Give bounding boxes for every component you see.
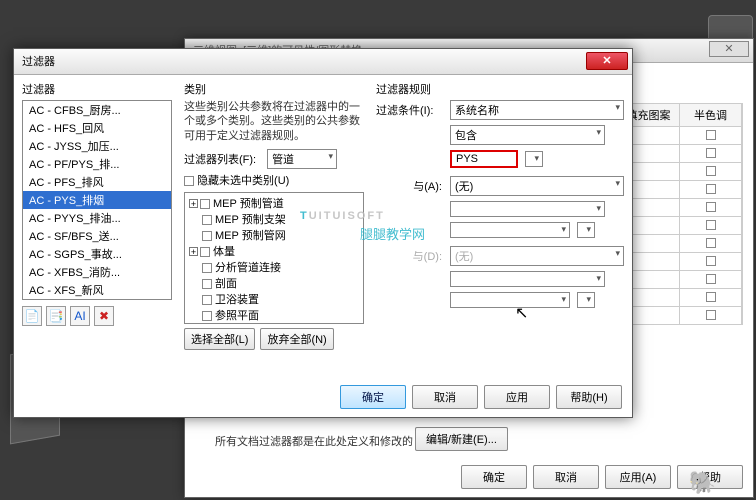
param-combo[interactable]: 系统名称 bbox=[450, 100, 624, 120]
hide-unchecked-checkbox[interactable] bbox=[184, 176, 194, 186]
parent-close-button[interactable]: ✕ bbox=[709, 41, 749, 57]
filter-value-input[interactable]: PYS bbox=[450, 150, 518, 168]
and2-operator-combo[interactable] bbox=[450, 271, 605, 287]
halftone-check[interactable] bbox=[706, 274, 716, 284]
halftone-check[interactable] bbox=[706, 292, 716, 302]
dlg-help-button[interactable]: 帮助(H) bbox=[556, 385, 622, 409]
list-item[interactable]: AC - PF/PYS_排... bbox=[23, 155, 171, 173]
parent-apply-button[interactable]: 应用(A) bbox=[605, 465, 671, 489]
dlg-apply-button[interactable]: 应用 bbox=[484, 385, 550, 409]
filter-titlebar[interactable]: 过滤器 ✕ bbox=[14, 49, 632, 75]
halftone-check[interactable] bbox=[706, 238, 716, 248]
and2-param-combo[interactable]: (无) bbox=[450, 246, 624, 266]
categories-section-title: 类别 bbox=[184, 81, 364, 97]
filter-title-text: 过滤器 bbox=[22, 56, 55, 68]
list-item[interactable]: AC - JYSS_加压... bbox=[23, 137, 171, 155]
list-item[interactable]: AC - PYYS_排油... bbox=[23, 209, 171, 227]
dlg-ok-button[interactable]: 确定 bbox=[340, 385, 406, 409]
parent-cancel-button[interactable]: 取消 bbox=[533, 465, 599, 489]
parent-note: 所有文档过滤器都是在此处定义和修改的 bbox=[215, 433, 413, 449]
delete-filter-icon[interactable]: ✖ bbox=[94, 306, 114, 326]
filter-list-label: 过滤器列表(F): bbox=[184, 151, 264, 167]
deselect-all-button[interactable]: 放弃全部(N) bbox=[260, 328, 333, 350]
cat-item[interactable]: 分析管道连接 bbox=[187, 259, 361, 275]
parent-ok-button[interactable]: 确定 bbox=[461, 465, 527, 489]
operator-combo[interactable]: 包含 bbox=[450, 125, 605, 145]
halftone-check[interactable] bbox=[706, 148, 716, 158]
list-item[interactable]: AC - PFS_排风 bbox=[23, 173, 171, 191]
cat-item[interactable]: +体量 bbox=[187, 243, 361, 259]
and-param-combo[interactable]: (无) bbox=[450, 176, 624, 196]
halftone-check[interactable] bbox=[706, 202, 716, 212]
filters-listbox[interactable]: AC - CFBS_厨房... AC - HFS_回风 AC - JYSS_加压… bbox=[22, 100, 172, 300]
col-halftone: 半色调 bbox=[680, 104, 742, 126]
and-operator-combo[interactable] bbox=[450, 201, 605, 217]
filter-condition-label: 过滤条件(I): bbox=[376, 102, 446, 118]
value-extra-combo[interactable] bbox=[525, 151, 543, 167]
halftone-check[interactable] bbox=[706, 166, 716, 176]
list-item[interactable]: AC - XFBS_消防... bbox=[23, 263, 171, 281]
rename-filter-icon[interactable]: AI bbox=[70, 306, 90, 326]
list-item[interactable]: AC - CFBS_厨房... bbox=[23, 101, 171, 119]
list-item[interactable]: AC - SF/BFS_送... bbox=[23, 227, 171, 245]
rules-section-title: 过滤器规则 bbox=[376, 81, 624, 97]
copy-filter-icon[interactable]: 📑 bbox=[46, 306, 66, 326]
cat-item[interactable]: 参照平面 bbox=[187, 307, 361, 323]
list-item[interactable]: AC - SGPS_事故... bbox=[23, 245, 171, 263]
halftone-check[interactable] bbox=[706, 130, 716, 140]
select-all-button[interactable]: 选择全部(L) bbox=[184, 328, 255, 350]
filter-dialog: 过滤器 ✕ 过滤器 AC - CFBS_厨房... AC - HFS_回风 AC… bbox=[13, 48, 633, 418]
and2-label: 与(D): bbox=[376, 248, 446, 264]
list-item[interactable]: 卫生设备 bbox=[23, 299, 171, 300]
cat-item[interactable]: MEP 预制管网 bbox=[187, 227, 361, 243]
halftone-check[interactable] bbox=[706, 310, 716, 320]
list-item[interactable]: AC - HFS_回风 bbox=[23, 119, 171, 137]
categories-desc: 这些类别公共参数将在过滤器中的一个或多个类别。这些类别的公共参数可用于定义过滤器… bbox=[184, 100, 364, 143]
elephant-icon: 🐘 bbox=[689, 470, 716, 496]
filters-section-title: 过滤器 bbox=[22, 81, 172, 97]
dlg-cancel-button[interactable]: 取消 bbox=[412, 385, 478, 409]
new-filter-icon[interactable]: 📄 bbox=[22, 306, 42, 326]
list-item-selected[interactable]: AC - PYS_排烟 bbox=[23, 191, 171, 209]
cat-item[interactable]: MEP 预制支架 bbox=[187, 211, 361, 227]
edit-new-button[interactable]: 编辑/新建(E)... bbox=[415, 427, 508, 451]
cat-item[interactable]: 剖面 bbox=[187, 275, 361, 291]
filter-close-button[interactable]: ✕ bbox=[586, 52, 628, 70]
categories-list[interactable]: +MEP 预制管道 MEP 预制支架 MEP 预制管网 +体量 分析管道连接 剖… bbox=[184, 192, 364, 324]
filter-list-combo[interactable]: 管道 bbox=[267, 149, 337, 169]
list-item[interactable]: AC - XFS_新风 bbox=[23, 281, 171, 299]
hide-unchecked-label: 隐藏未选中类别(U) bbox=[197, 175, 289, 187]
and2-value-combo[interactable] bbox=[450, 292, 570, 308]
and-label: 与(A): bbox=[376, 178, 446, 194]
and2-extra-combo[interactable] bbox=[577, 292, 595, 308]
cat-item[interactable]: 卫浴装置 bbox=[187, 291, 361, 307]
halftone-check[interactable] bbox=[706, 220, 716, 230]
and-extra-combo[interactable] bbox=[577, 222, 595, 238]
cat-item[interactable]: +MEP 预制管道 bbox=[187, 195, 361, 211]
halftone-check[interactable] bbox=[706, 184, 716, 194]
halftone-check[interactable] bbox=[706, 256, 716, 266]
and-value-combo[interactable] bbox=[450, 222, 570, 238]
